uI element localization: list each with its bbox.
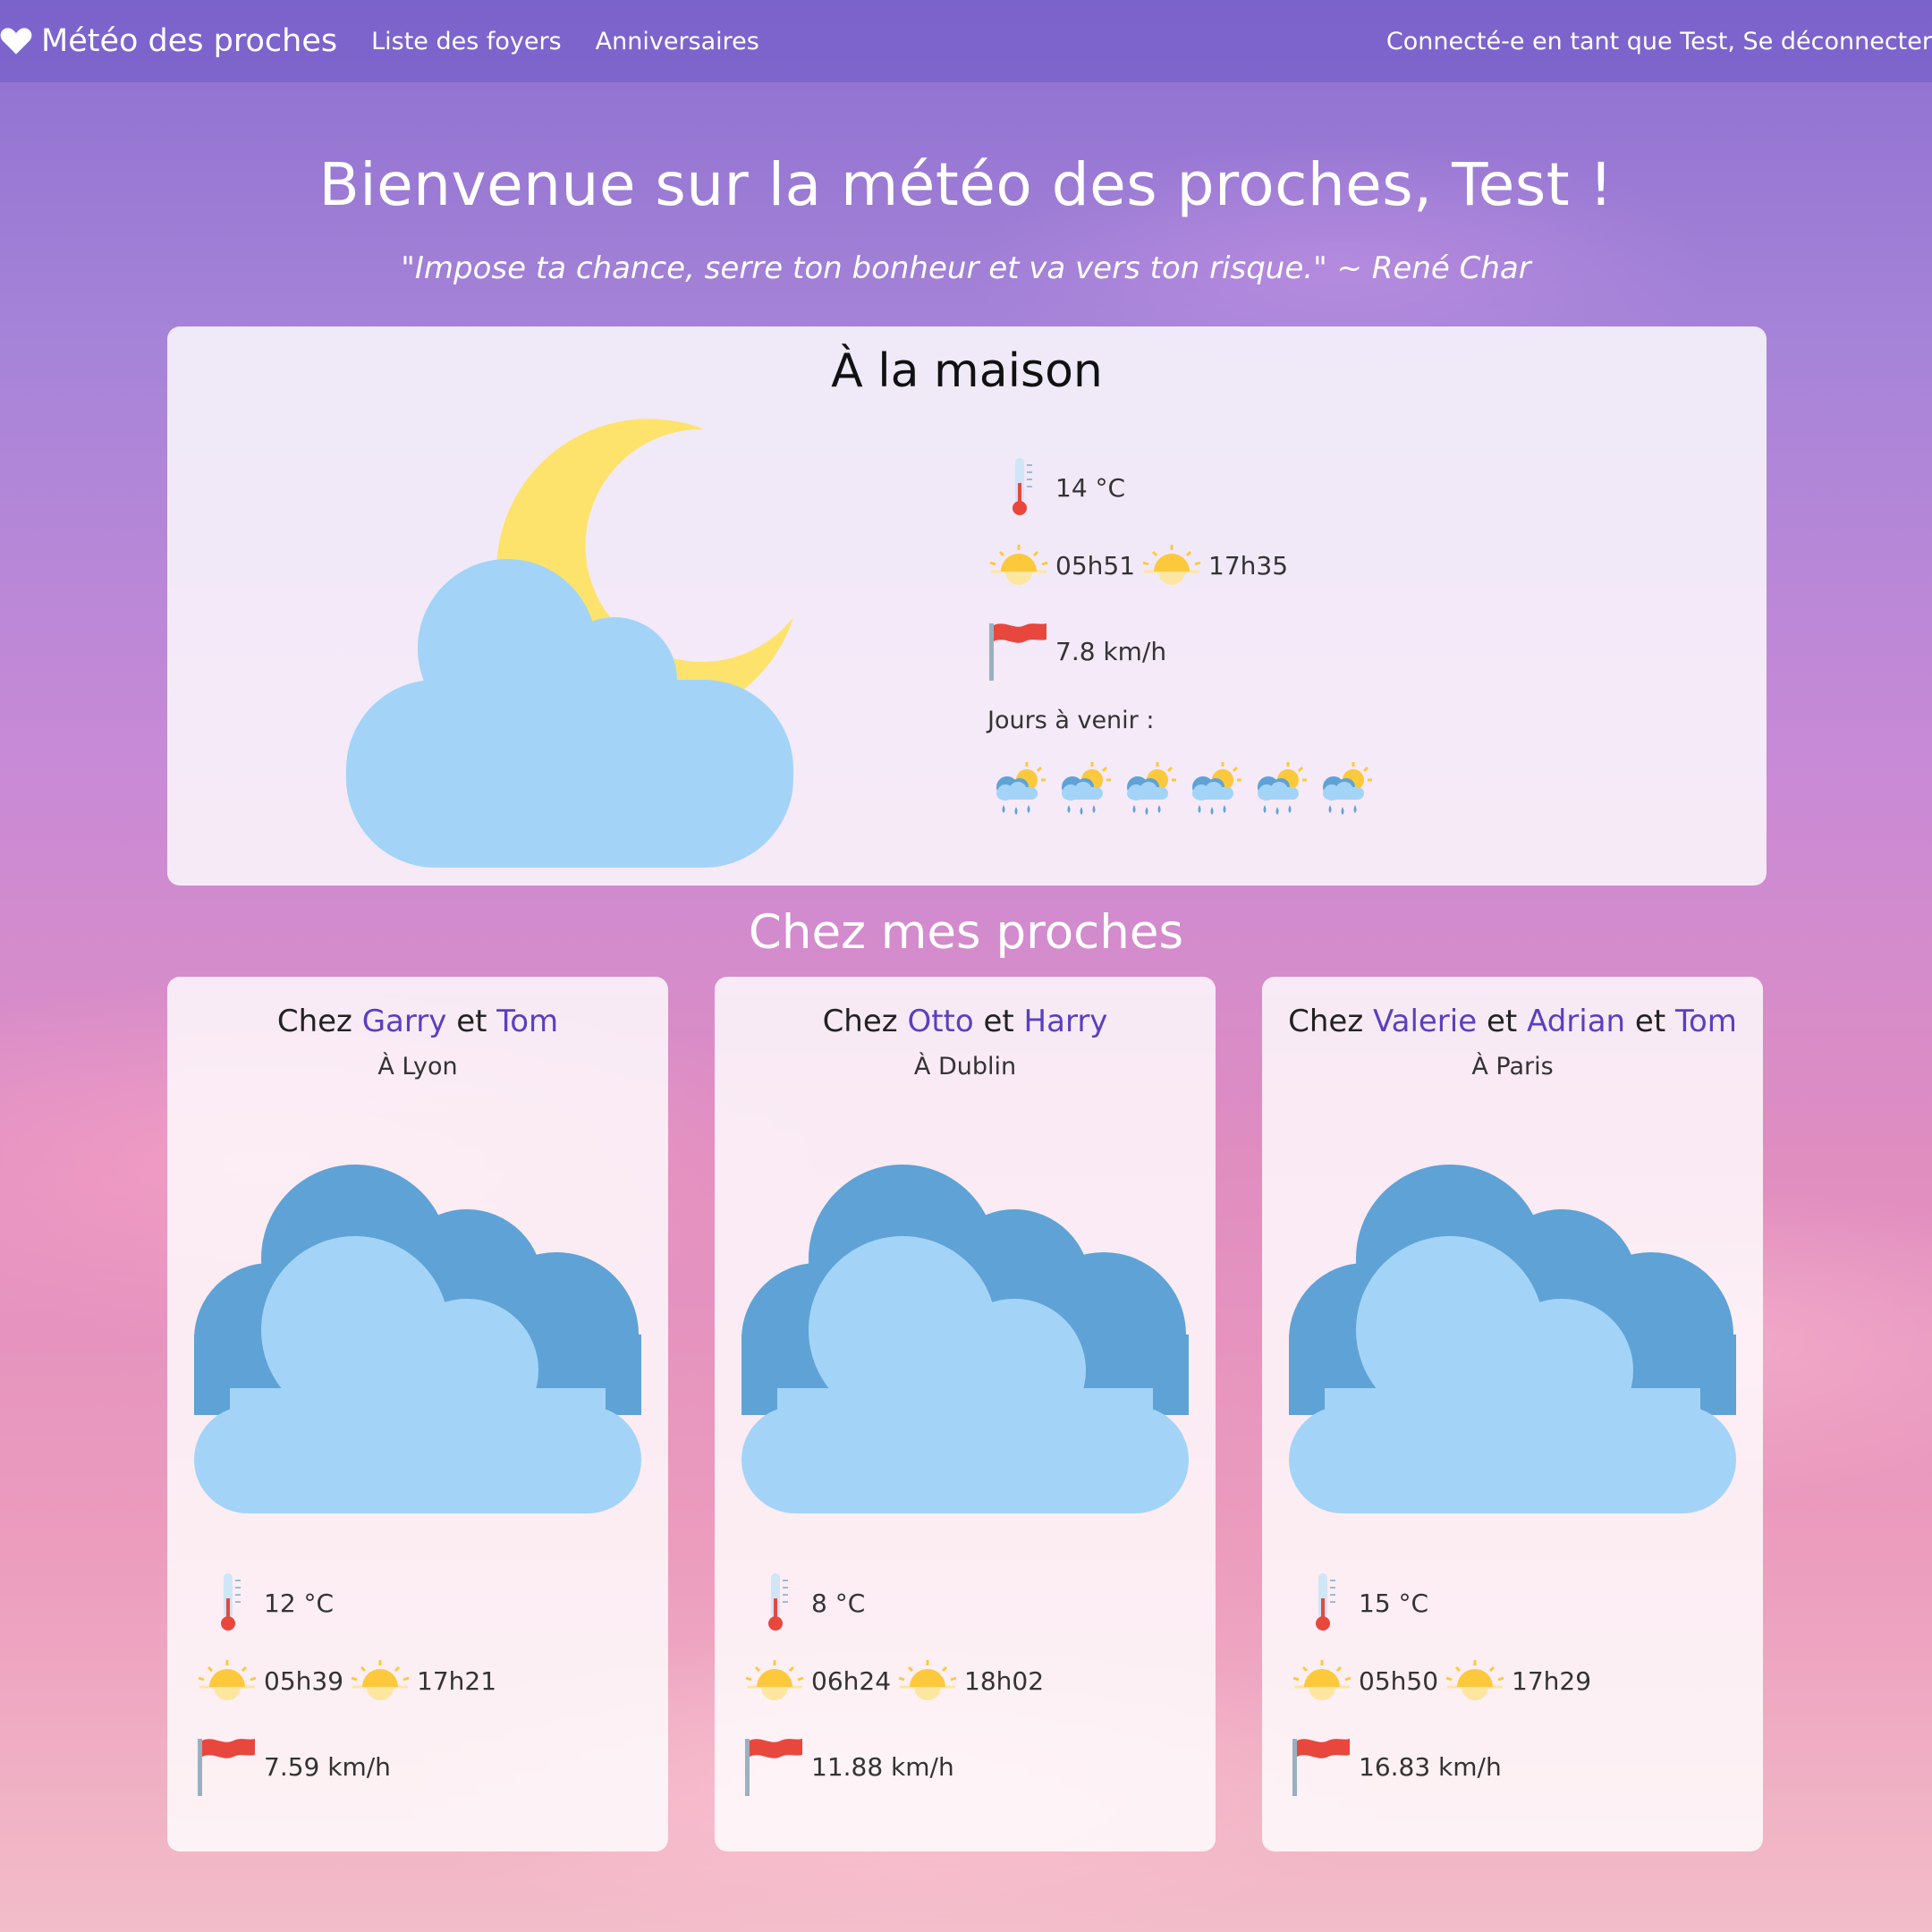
- brand-label: Météo des proches: [41, 23, 338, 59]
- sunset-icon: [349, 1658, 411, 1703]
- home-temperature: 14 °C: [1004, 456, 1125, 519]
- thermometer-icon: [212, 1572, 248, 1634]
- sunrise-icon: [987, 543, 1050, 588]
- relative-wind: 11.88 km/h: [743, 1735, 954, 1798]
- title-connector: et: [1486, 1004, 1518, 1039]
- wind-value: 7.59 km/h: [264, 1751, 391, 1782]
- wind-flag-icon: [196, 1735, 258, 1798]
- relative-card: Chez Garry et Tom À Lyon 12 °C 05h39 17h…: [167, 977, 668, 1852]
- forecast-label: Jours à venir :: [987, 707, 1155, 734]
- title-connector: et: [983, 1004, 1014, 1039]
- rain-sun-icon: [1314, 760, 1375, 821]
- home-weather-card: À la maison 14 °C 05h51 17h35 7.8 km/h J…: [167, 326, 1767, 886]
- relative-city: À Lyon: [377, 1053, 458, 1080]
- relative-wind: 16.83 km/h: [1291, 1735, 1502, 1798]
- relative-temperature: 12 °C: [212, 1572, 334, 1634]
- rain-sun-icon: [1249, 760, 1309, 821]
- thermometer-icon: [1307, 1572, 1343, 1634]
- person-link[interactable]: Harry: [1024, 1004, 1108, 1039]
- relatives-section-title: Chez mes proches: [748, 905, 1184, 960]
- title-prefix: Chez: [822, 1004, 898, 1039]
- rain-sun-icon: [1118, 760, 1179, 821]
- title-connector: et: [1634, 1004, 1666, 1039]
- sunrise-value: 06h24: [811, 1665, 892, 1696]
- thermometer-icon: [1004, 456, 1039, 519]
- title-prefix: Chez: [1288, 1004, 1364, 1039]
- temperature-value: 14 °C: [1055, 472, 1126, 503]
- heart-icon: [0, 28, 32, 55]
- sunrise-value: 05h51: [1055, 550, 1136, 580]
- relative-city: À Dublin: [913, 1053, 1017, 1080]
- wind-flag-icon: [743, 1735, 806, 1798]
- person-link[interactable]: Tom: [1675, 1004, 1737, 1039]
- relative-card: Chez Otto et Harry À Dublin 8 °C 06h24 1…: [715, 977, 1216, 1852]
- nav-link-households[interactable]: Liste des foyers: [371, 28, 562, 55]
- rain-sun-icon: [1053, 760, 1114, 821]
- relative-card: Chez Valerie et Adrian et Tom À Paris 15…: [1262, 977, 1763, 1852]
- relative-card-title: Chez Otto et Harry: [715, 1004, 1216, 1039]
- user-logout-link[interactable]: Connecté-e en tant que Test, Se déconnec…: [1386, 28, 1932, 55]
- temperature-value: 15 °C: [1359, 1588, 1429, 1618]
- wind-flag-icon: [1291, 1735, 1353, 1798]
- clouds-icon: [741, 1138, 1189, 1513]
- thermometer-icon: [759, 1572, 795, 1634]
- sunrise-icon: [1291, 1658, 1353, 1703]
- relative-card-title: Chez Garry et Tom: [167, 1004, 668, 1039]
- relative-wind: 7.59 km/h: [196, 1735, 391, 1798]
- wind-flag-icon: [987, 620, 1050, 682]
- relative-sun-times: 05h50 17h29: [1291, 1658, 1591, 1703]
- person-link[interactable]: Adrian: [1527, 1004, 1625, 1039]
- sunset-value: 17h29: [1512, 1665, 1592, 1696]
- title-connector: et: [456, 1004, 487, 1039]
- nav-link-birthdays[interactable]: Anniversaires: [596, 28, 759, 55]
- quote: "Impose ta chance, serre ton bonheur et …: [401, 250, 1531, 286]
- brand-link[interactable]: Météo des proches: [0, 23, 337, 59]
- moon-cloud-icon: [346, 411, 802, 868]
- sunset-value: 17h21: [417, 1665, 497, 1696]
- clouds-icon: [1289, 1138, 1736, 1513]
- person-link[interactable]: Garry: [362, 1004, 447, 1039]
- sunset-icon: [896, 1658, 959, 1703]
- person-link[interactable]: Valerie: [1373, 1004, 1477, 1039]
- clouds-icon: [194, 1138, 641, 1513]
- relative-temperature: 8 °C: [759, 1572, 865, 1634]
- sunrise-icon: [196, 1658, 258, 1703]
- relative-city: À Paris: [1471, 1053, 1554, 1080]
- forecast-row: [987, 760, 1379, 821]
- title-prefix: Chez: [276, 1004, 352, 1039]
- wind-value: 7.8 km/h: [1055, 636, 1167, 666]
- rain-sun-icon: [1183, 760, 1244, 821]
- relative-sun-times: 05h39 17h21: [196, 1658, 496, 1703]
- person-link[interactable]: Tom: [496, 1004, 558, 1039]
- relative-temperature: 15 °C: [1307, 1572, 1428, 1634]
- relative-sun-times: 06h24 18h02: [743, 1658, 1044, 1703]
- home-sun-times: 05h51 17h35: [987, 543, 1288, 588]
- relative-card-title: Chez Valerie et Adrian et Tom: [1262, 1004, 1763, 1039]
- wind-value: 16.83 km/h: [1359, 1751, 1502, 1782]
- sunset-icon: [1140, 543, 1203, 588]
- sunset-value: 18h02: [964, 1665, 1045, 1696]
- home-wind: 7.8 km/h: [987, 620, 1166, 682]
- sunrise-value: 05h39: [264, 1665, 344, 1696]
- page-title: Bienvenue sur la météo des proches, Test…: [318, 150, 1614, 219]
- temperature-value: 8 °C: [811, 1588, 866, 1618]
- person-link[interactable]: Otto: [907, 1004, 973, 1039]
- navbar: Météo des proches Liste des foyers Anniv…: [0, 0, 1932, 82]
- rain-sun-icon: [987, 760, 1048, 821]
- home-card-title: À la maison: [831, 344, 1103, 398]
- sunrise-value: 05h50: [1359, 1665, 1439, 1696]
- sunrise-icon: [743, 1658, 806, 1703]
- temperature-value: 12 °C: [264, 1588, 335, 1618]
- sunset-icon: [1444, 1658, 1506, 1703]
- wind-value: 11.88 km/h: [811, 1751, 954, 1782]
- sunset-value: 17h35: [1208, 550, 1289, 580]
